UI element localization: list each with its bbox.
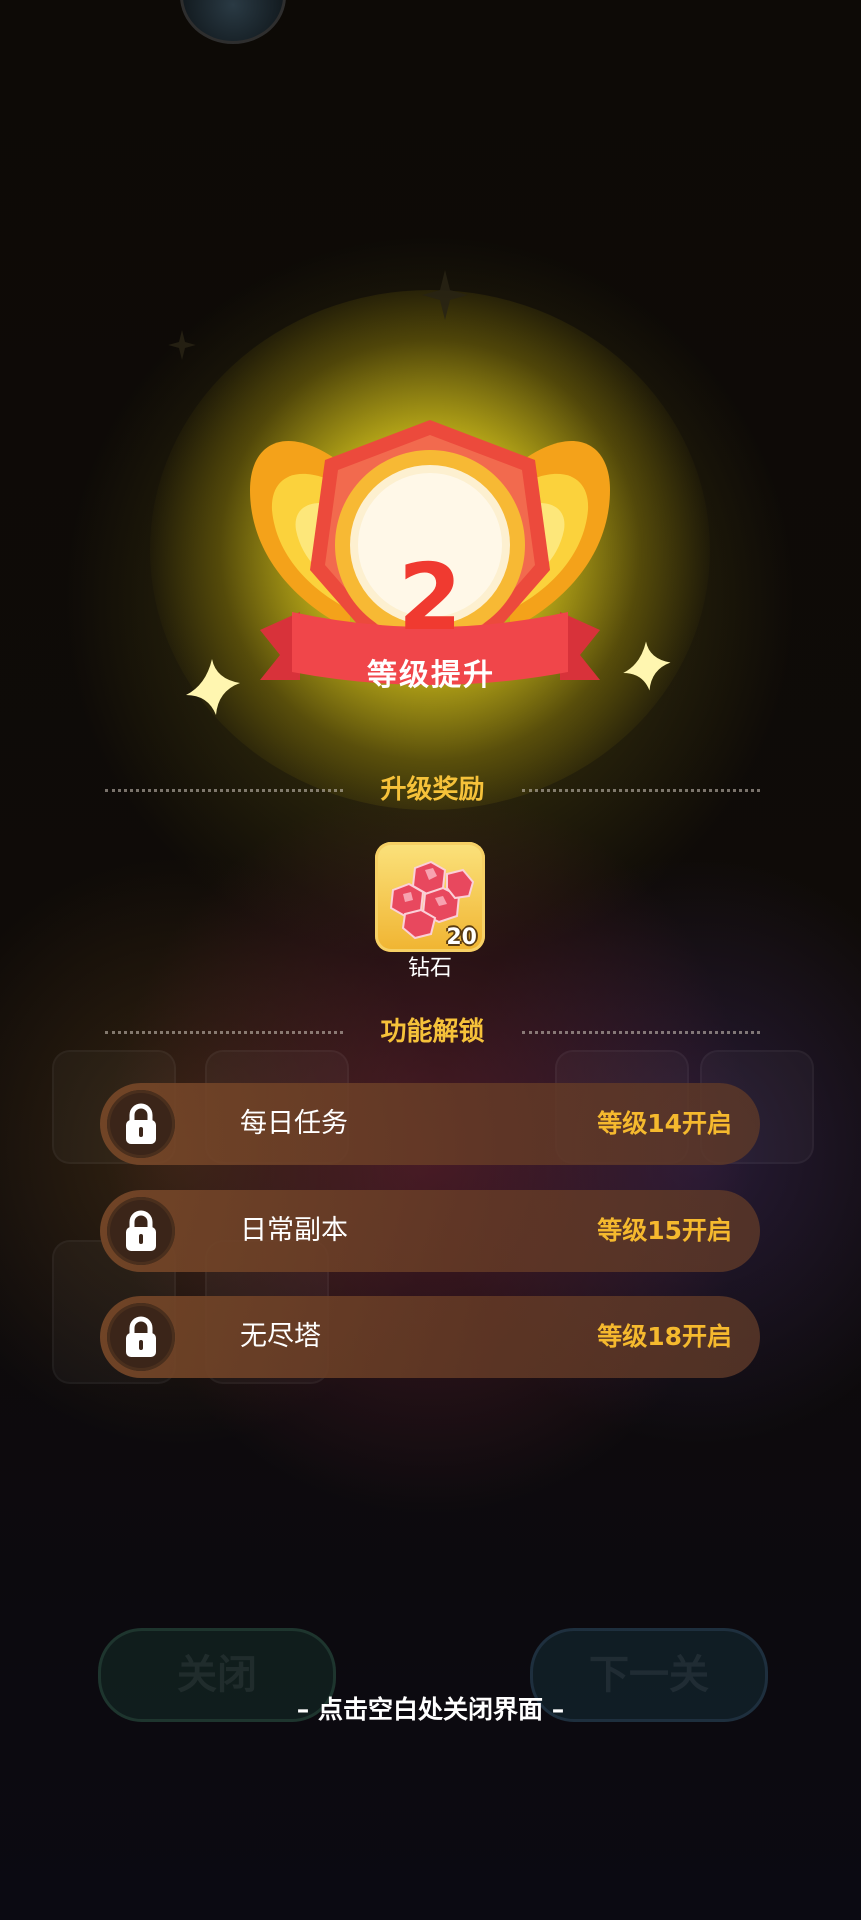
tap-to-close-hint: – 点击空白处关闭界面 – [296,1695,565,1724]
divider [522,789,760,792]
level-number: 2 [397,544,462,651]
player-avatar [180,0,286,44]
unlock-row-endless-tower[interactable]: 无尽塔 等级18开启 [100,1296,760,1378]
divider [522,1031,760,1034]
level-up-overlay[interactable]: 关闭 下一关 2 等级提升 升级奖励 20 钻石 功能解锁 每日任务 等级14开… [0,0,861,1920]
unlock-feature-name: 无尽塔 [240,1321,321,1352]
rewards-section-header: 升级奖励 [105,770,760,810]
unlocks-section-header: 功能解锁 [105,1012,760,1052]
unlock-row-daily-dungeon[interactable]: 日常副本 等级15开启 [100,1190,760,1272]
unlock-feature-name: 每日任务 [240,1108,348,1139]
unlock-feature-name: 日常副本 [240,1215,348,1246]
unlock-row-daily-tasks[interactable]: 每日任务 等级14开启 [100,1083,760,1165]
lock-icon [107,1197,175,1265]
sparkle-icon [168,330,196,360]
unlock-requirement: 等级15开启 [597,1216,732,1245]
sparkle-icon [422,270,468,320]
lock-icon [107,1303,175,1371]
level-up-title: 等级提升 [367,658,495,693]
reward-count: 20 [446,925,477,950]
lock-icon [107,1090,175,1158]
reward-item-diamond[interactable]: 20 [375,842,485,952]
unlock-requirement: 等级18开启 [597,1322,732,1351]
unlock-requirement: 等级14开启 [597,1109,732,1138]
reward-name: 钻石 [407,956,452,981]
